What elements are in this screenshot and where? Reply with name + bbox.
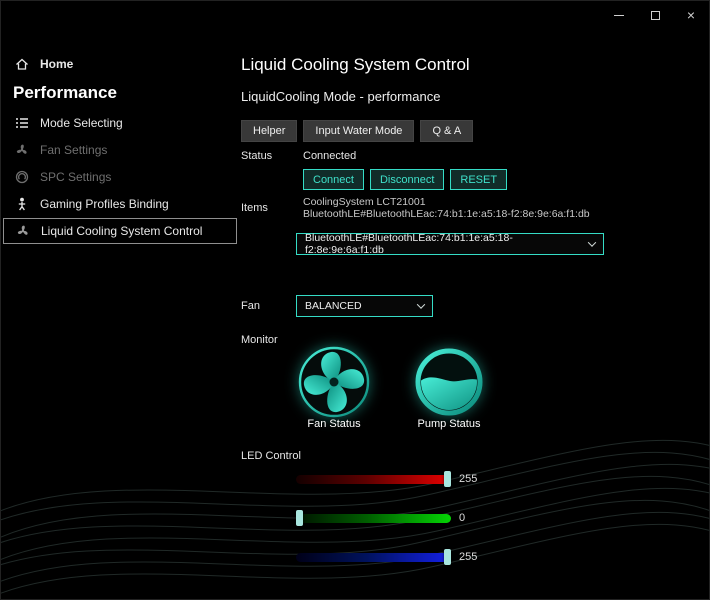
minimize-icon bbox=[614, 14, 624, 16]
sidebar-item-label: Fan Settings bbox=[40, 143, 108, 157]
chevron-down-icon bbox=[587, 238, 597, 247]
connect-button[interactable]: Connect bbox=[303, 169, 364, 190]
red-slider-value: 255 bbox=[459, 473, 478, 485]
blue-slider-value: 255 bbox=[459, 551, 478, 563]
connection-buttons: Connect Disconnect RESET bbox=[303, 169, 508, 190]
fan-mode-select[interactable]: BALANCED bbox=[296, 295, 433, 317]
device-select-value: BluetoothLE#BluetoothLEac:74:b1:1e:a5:18… bbox=[305, 232, 513, 256]
close-button[interactable]: × bbox=[673, 1, 709, 29]
blue-slider-thumb[interactable] bbox=[444, 549, 451, 565]
fan-label: Fan bbox=[241, 300, 260, 312]
fan-icon bbox=[14, 223, 32, 239]
fan-status-label: Fan Status bbox=[307, 418, 361, 430]
home-icon bbox=[13, 56, 31, 72]
main-content: Liquid Cooling System Control LiquidCool… bbox=[239, 29, 709, 599]
sidebar-item-label: Mode Selecting bbox=[40, 116, 123, 130]
input-water-mode-button[interactable]: Input Water Mode bbox=[303, 120, 415, 142]
device-address-text: BluetoothLE#BluetoothLEac:74:b1:1e:a5:18… bbox=[303, 208, 590, 220]
green-slider: 0 bbox=[296, 510, 506, 526]
sidebar-section-title: Performance bbox=[13, 83, 117, 102]
device-select[interactable]: BluetoothLE#BluetoothLEac:74:b1:1e:a5:18… bbox=[296, 232, 604, 256]
app-window: × Home Performance Mode Selecting Fan Se… bbox=[0, 0, 710, 600]
sidebar-home-label: Home bbox=[40, 57, 74, 71]
titlebar: × bbox=[1, 1, 709, 29]
green-slider-track[interactable] bbox=[296, 514, 451, 523]
sidebar-item-fan-settings[interactable]: Fan Settings bbox=[3, 137, 237, 163]
window-controls: × bbox=[601, 1, 709, 29]
sidebar-item-home[interactable]: Home bbox=[3, 51, 237, 77]
sidebar-item-liquid-cooling[interactable]: Liquid Cooling System Control bbox=[3, 218, 237, 244]
helper-button[interactable]: Helper bbox=[241, 120, 298, 142]
red-slider: 255 bbox=[296, 471, 506, 487]
device-name-text: CoolingSystem LCT21001 bbox=[303, 196, 426, 208]
gauge-icon bbox=[13, 169, 31, 185]
close-icon: × bbox=[686, 7, 696, 23]
pump-status-label: Pump Status bbox=[417, 418, 481, 430]
minimize-button[interactable] bbox=[601, 1, 637, 29]
sidebar-item-mode-selecting[interactable]: Mode Selecting bbox=[3, 110, 237, 136]
page-title: Liquid Cooling System Control bbox=[241, 55, 470, 74]
green-slider-value: 0 bbox=[459, 512, 466, 524]
reset-button[interactable]: RESET bbox=[450, 169, 508, 190]
maximize-icon bbox=[650, 10, 660, 20]
pump-status-gauge bbox=[412, 345, 486, 419]
fan-icon bbox=[13, 142, 31, 158]
toolbar: Helper Input Water Mode Q & A bbox=[241, 120, 474, 142]
status-label: Status bbox=[241, 150, 273, 162]
sidebar-item-label: Liquid Cooling System Control bbox=[41, 224, 203, 238]
qa-button[interactable]: Q & A bbox=[420, 120, 474, 142]
red-slider-track[interactable] bbox=[296, 475, 451, 484]
list-icon bbox=[13, 115, 31, 131]
gaming-profile-icon bbox=[13, 196, 31, 212]
fan-status-gauge bbox=[297, 345, 371, 419]
maximize-button[interactable] bbox=[637, 1, 673, 29]
disconnect-button[interactable]: Disconnect bbox=[369, 169, 445, 190]
led-control-label: LED Control bbox=[241, 450, 301, 462]
sidebar: Home Performance Mode Selecting Fan Sett… bbox=[1, 29, 239, 599]
page-subtitle: LiquidCooling Mode - performance bbox=[241, 89, 441, 104]
sidebar-item-spc-settings[interactable]: SPC Settings bbox=[3, 164, 237, 190]
monitor-label: Monitor bbox=[241, 334, 278, 346]
fan-mode-value: BALANCED bbox=[305, 300, 362, 312]
blue-slider: 255 bbox=[296, 549, 506, 565]
chevron-down-icon bbox=[416, 300, 426, 309]
sidebar-item-label: Gaming Profiles Binding bbox=[40, 197, 169, 211]
green-slider-thumb[interactable] bbox=[296, 510, 303, 526]
blue-slider-track[interactable] bbox=[296, 553, 451, 562]
red-slider-thumb[interactable] bbox=[444, 471, 451, 487]
sidebar-item-label: SPC Settings bbox=[40, 170, 112, 184]
items-label: Items bbox=[241, 202, 268, 214]
sidebar-item-gaming-profiles[interactable]: Gaming Profiles Binding bbox=[3, 191, 237, 217]
status-value: Connected bbox=[303, 150, 357, 162]
